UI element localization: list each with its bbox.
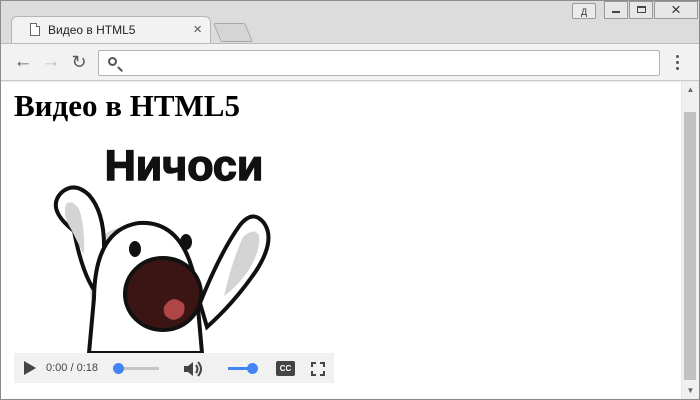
title-bar: Видео в HTML5 × Д bbox=[1, 1, 699, 44]
reload-icon[interactable]: ↻ bbox=[68, 51, 90, 73]
window-close-button[interactable] bbox=[654, 1, 698, 19]
page-title: Видео в HTML5 bbox=[14, 88, 240, 123]
maximize-button[interactable] bbox=[629, 1, 653, 19]
closed-captions-icon[interactable]: CC bbox=[276, 361, 295, 376]
menu-dots-icon[interactable] bbox=[670, 52, 684, 74]
video-player[interactable]: Ничоси 0:00 / 0:18 CC bbox=[14, 133, 334, 383]
forward-arrow-icon[interactable]: → bbox=[40, 51, 62, 73]
page-viewport: Видео в HTML5 Ничоси 0:00 / 0:18 CC bbox=[1, 82, 699, 399]
volume-thumb[interactable] bbox=[247, 363, 258, 374]
page-icon bbox=[30, 23, 40, 36]
tab-title: Видео в HTML5 bbox=[48, 23, 136, 37]
video-frame: Ничоси bbox=[14, 133, 334, 355]
vertical-scrollbar[interactable]: ▲ ▼ bbox=[681, 82, 699, 399]
play-icon[interactable] bbox=[24, 361, 36, 375]
scroll-thumb[interactable] bbox=[684, 112, 696, 380]
video-controls: 0:00 / 0:18 CC bbox=[14, 353, 334, 383]
minimize-button[interactable] bbox=[604, 1, 628, 19]
search-icon bbox=[108, 57, 117, 66]
seek-slider[interactable] bbox=[113, 363, 159, 374]
tab-video-html5[interactable]: Видео в HTML5 × bbox=[11, 16, 211, 44]
back-arrow-icon[interactable]: ← bbox=[12, 51, 34, 73]
scroll-up-icon[interactable]: ▲ bbox=[682, 82, 699, 98]
address-bar[interactable] bbox=[98, 50, 660, 76]
url-input[interactable] bbox=[127, 52, 651, 76]
video-caption-text: Ничоси bbox=[105, 142, 264, 190]
fullscreen-icon[interactable] bbox=[311, 362, 325, 376]
new-tab-icon[interactable] bbox=[213, 23, 253, 42]
volume-slider[interactable] bbox=[228, 363, 258, 374]
profile-button[interactable]: Д bbox=[572, 3, 596, 19]
seek-thumb[interactable] bbox=[113, 363, 124, 374]
close-icon[interactable]: × bbox=[193, 21, 202, 39]
browser-window: Видео в HTML5 × Д ← → ↻ Видео в HTML5 Ни… bbox=[0, 0, 700, 400]
volume-icon[interactable] bbox=[182, 360, 206, 378]
scroll-down-icon[interactable]: ▼ bbox=[682, 383, 699, 399]
browser-toolbar: ← → ↻ bbox=[1, 43, 699, 81]
time-display: 0:00 / 0:18 bbox=[46, 362, 98, 374]
